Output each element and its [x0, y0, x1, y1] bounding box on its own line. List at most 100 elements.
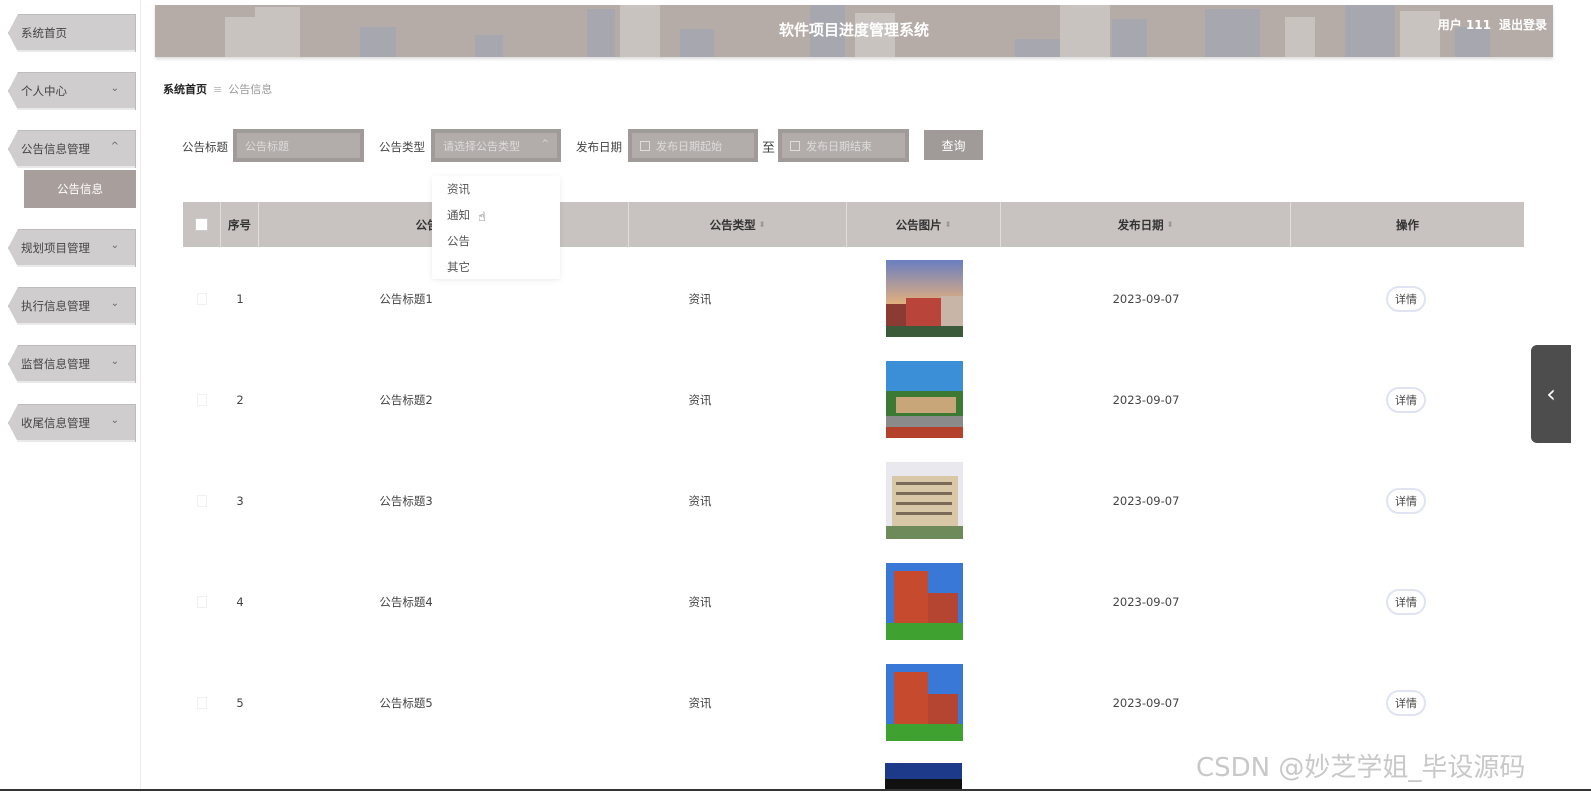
row-no: 2	[236, 392, 244, 407]
sort-icon[interactable]: ⬍	[759, 220, 766, 229]
row-checkbox[interactable]	[197, 494, 207, 507]
row-image-cell	[847, 551, 1001, 652]
type-select[interactable]: 请选择公告类型 ^	[431, 129, 561, 162]
row-type: 资讯	[688, 291, 712, 306]
date-start-placeholder: 发布日期起始	[656, 139, 722, 153]
row-checkbox[interactable]	[197, 595, 207, 608]
row-date: 2023-09-07	[1112, 392, 1180, 407]
sidebar-item-notice-mgmt[interactable]: 公告信息管理 ^	[8, 130, 136, 168]
breadcrumb-home[interactable]: 系统首页	[163, 83, 207, 96]
sidebar-item-supervision[interactable]: 监督信息管理 ⌄	[8, 345, 136, 383]
sort-icon[interactable]: ⬍	[945, 220, 952, 229]
select-all-checkbox[interactable]	[195, 218, 208, 231]
notice-image	[885, 664, 963, 741]
title-input[interactable]: 公告标题	[233, 129, 364, 162]
row-date: 2023-09-07	[1112, 594, 1180, 609]
row-title: 公告标题4	[379, 594, 433, 609]
col-type[interactable]: 公告类型 ⬍	[629, 202, 847, 247]
row-title: 公告标题3	[379, 493, 433, 508]
sidebar-item-label: 个人中心	[21, 84, 67, 98]
header-banner: 软件项目进度管理系统 用户 111 退出登录	[155, 5, 1553, 57]
table-row: 5 公告标题5 资讯 2023-09-07 详情	[183, 652, 1524, 753]
row-type: 资讯	[688, 594, 712, 609]
col-type-label: 公告类型	[709, 217, 756, 232]
sidebar-item-execution[interactable]: 执行信息管理 ⌄	[8, 287, 136, 325]
notice-image	[885, 462, 963, 539]
type-option[interactable]: 通知	[432, 202, 560, 228]
col-date[interactable]: 发布日期 ⬍	[1001, 202, 1291, 247]
sidebar-item-personal[interactable]: 个人中心 ⌄	[8, 72, 136, 110]
table-row: 3 公告标题3 资讯 2023-09-07 详情	[183, 450, 1524, 551]
pointer-cursor-icon: ☝	[478, 210, 486, 225]
table-row: 2 公告标题2 资讯 2023-09-07 详情	[183, 349, 1524, 450]
row-no: 1	[236, 291, 244, 306]
date-label: 发布日期	[576, 140, 622, 154]
row-checkbox[interactable]	[197, 393, 207, 406]
notice-image	[885, 260, 963, 337]
table-header: 序号 公告标题⬍ 公告类型⬍ 公告图片⬍ 发布日期⬍ 操作	[183, 202, 1524, 247]
user-info: 用户 111 退出登录	[1430, 16, 1547, 33]
notice-image-partial	[885, 763, 962, 789]
detail-button[interactable]: 详情	[1386, 285, 1426, 312]
detail-button[interactable]: 详情	[1386, 386, 1426, 413]
row-type: 资讯	[688, 493, 712, 508]
sidebar-item-label: 执行信息管理	[21, 299, 90, 313]
row-title: 公告标题1	[379, 291, 433, 306]
sidebar-item-planning[interactable]: 规划项目管理 ⌄	[8, 229, 136, 267]
sidebar-subitem-notice[interactable]: 公告信息	[24, 170, 136, 208]
row-type: 资讯	[688, 392, 712, 407]
breadcrumb-separator: ≡	[213, 83, 223, 96]
row-title: 公告标题5	[379, 695, 433, 710]
row-no: 5	[236, 695, 244, 710]
col-image-label: 公告图片	[895, 217, 942, 232]
date-end-input[interactable]: 发布日期结束	[778, 129, 909, 162]
chevron-down-icon: ⌄	[110, 356, 119, 367]
type-placeholder: 请选择公告类型	[443, 139, 520, 153]
row-date: 2023-09-07	[1112, 493, 1180, 508]
row-no: 3	[236, 493, 244, 508]
type-option[interactable]: 资讯	[432, 176, 560, 202]
chevron-down-icon: ⌄	[110, 83, 119, 94]
sidebar-item-label: 系统首页	[21, 26, 67, 40]
sidebar-item-home[interactable]: 系统首页	[8, 14, 136, 52]
chevron-down-icon: ⌄	[110, 298, 119, 309]
query-button[interactable]: 查询	[924, 130, 983, 160]
col-date-label: 发布日期	[1117, 217, 1164, 232]
detail-button[interactable]: 详情	[1386, 588, 1426, 615]
sidebar-item-label: 公告信息管理	[21, 142, 90, 156]
date-to-label: 至	[762, 141, 776, 156]
sidebar-item-closing[interactable]: 收尾信息管理 ⌄	[8, 404, 136, 442]
col-image[interactable]: 公告图片 ⬍	[847, 202, 1001, 247]
calendar-icon	[790, 140, 800, 151]
chevron-down-icon: ⌄	[110, 415, 119, 426]
collapse-panel-tab[interactable]: ‹	[1531, 345, 1571, 443]
row-no: 4	[236, 594, 244, 609]
row-title: 公告标题2	[379, 392, 433, 407]
row-date: 2023-09-07	[1112, 291, 1180, 306]
col-no: 序号	[221, 202, 259, 247]
date-start-input[interactable]: 发布日期起始	[628, 129, 758, 162]
row-image-cell	[847, 652, 1001, 753]
sidebar-item-label: 规划项目管理	[21, 241, 90, 255]
chevron-up-icon: ^	[110, 141, 119, 152]
app-title: 软件项目进度管理系统	[778, 21, 929, 39]
row-type: 资讯	[688, 695, 712, 710]
sort-icon[interactable]: ⬍	[1167, 220, 1174, 229]
sidebar: 系统首页 个人中心 ⌄ 公告信息管理 ^ 公告信息 规划项目管理 ⌄ 执行信息管理 ⌄ …	[0, 0, 141, 792]
row-image-cell	[847, 349, 1001, 450]
col-no-label: 序号	[228, 217, 251, 232]
row-checkbox[interactable]	[197, 292, 207, 305]
logout-link[interactable]: 退出登录	[1499, 18, 1547, 32]
sidebar-item-label: 监督信息管理	[21, 357, 90, 371]
chevron-down-icon: ⌄	[110, 240, 119, 251]
detail-button[interactable]: 详情	[1386, 487, 1426, 514]
row-date: 2023-09-07	[1112, 695, 1180, 710]
col-action-label: 操作	[1396, 217, 1419, 232]
detail-button[interactable]: 详情	[1386, 689, 1426, 716]
row-image-cell	[847, 450, 1001, 551]
col-action: 操作	[1291, 202, 1524, 247]
notice-image	[885, 563, 963, 640]
row-checkbox[interactable]	[197, 696, 207, 709]
table-row: 4 公告标题4 资讯 2023-09-07 详情	[183, 551, 1524, 652]
select-all-cell	[183, 202, 221, 247]
